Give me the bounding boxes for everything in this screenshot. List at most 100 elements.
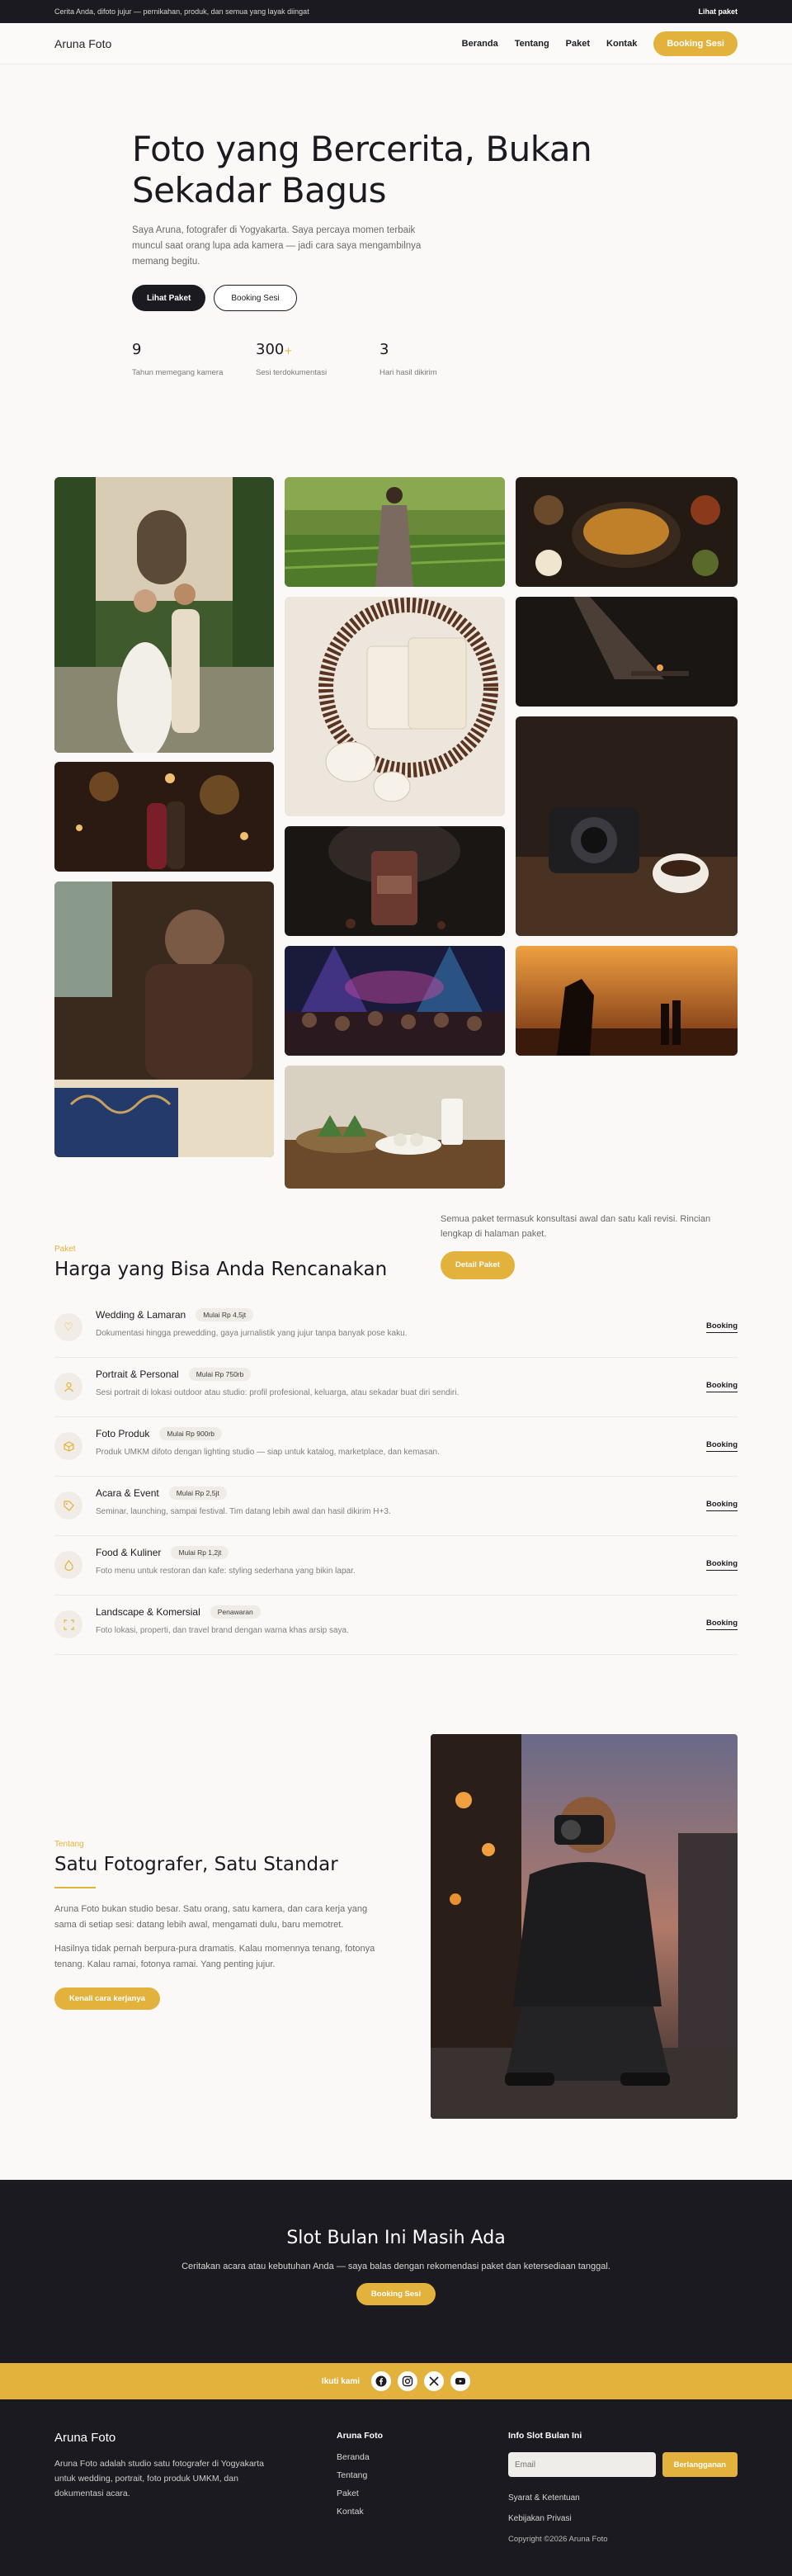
view-packages-button[interactable]: Lihat Paket [132, 285, 206, 311]
about-title: Satu Fotografer, Satu Standar [54, 1854, 338, 1875]
camera-coffee-photo[interactable] [516, 716, 738, 936]
footer-nav: Beranda Tentang Paket Kontak [337, 2452, 508, 2517]
dancing-couple-photo[interactable] [54, 762, 274, 872]
footer-link-kontak[interactable]: Kontak [337, 2507, 508, 2517]
stat-number: 9 [132, 341, 142, 358]
cta-booking-button[interactable]: Booking Sesi [356, 2283, 436, 2305]
plan-name: Acara & Event [96, 1487, 159, 1499]
plan-row: Acara & Event Mulai Rp 2,5jt Seminar, lau… [54, 1477, 738, 1536]
stat-label: Sesi terdokumentasi [256, 368, 328, 377]
plan-description: Seminar, launching, sampai festival. Tim… [96, 1507, 391, 1516]
box-icon [54, 1432, 82, 1460]
flame-icon [54, 1551, 82, 1579]
stat-item: 300+ Sesi terdokumentasi [256, 341, 380, 377]
plan-booking-link[interactable]: Booking [706, 1559, 738, 1571]
pricing-note: Semua paket termasuk konsultasi awal dan… [441, 1214, 711, 1239]
price-badge: Mulai Rp 900rb [159, 1427, 223, 1440]
hero-lead: Saya Aruna, fotografer di Yogyakarta. Sa… [132, 225, 422, 267]
stat-item: 9 Tahun memegang kamera [132, 341, 256, 377]
plan-row: Portrait & Personal Mulai Rp 750rb Sesi p… [54, 1358, 738, 1417]
plan-description: Produk UMKM difoto dengan lighting studi… [96, 1448, 440, 1457]
food-spread-photo[interactable] [516, 477, 738, 587]
about-paragraph: Aruna Foto bukan studio besar. Satu oran… [54, 1904, 368, 1930]
traditional-snacks-photo[interactable] [285, 1066, 505, 1189]
expand-icon [54, 1610, 82, 1638]
subscribe-button[interactable]: Berlangganan [662, 2452, 738, 2477]
coffee-bag-photo[interactable] [285, 826, 505, 936]
newsletter-heading: Info Slot Bulan Ini [508, 2431, 582, 2441]
coffee-product-photo[interactable] [285, 597, 505, 816]
nav-kontak[interactable]: Kontak [606, 39, 637, 49]
newsletter-form: Berlangganan [508, 2452, 738, 2477]
privacy-link[interactable]: Kebijakan Privasi [508, 2514, 738, 2523]
price-badge: Mulai Rp 1,2jt [171, 1546, 229, 1559]
plan-booking-link[interactable]: Booking [706, 1500, 738, 1511]
plan-row: Foto Produk Mulai Rp 900rb Produk UMKM di… [54, 1417, 738, 1477]
cta-title: Slot Bulan Ini Masih Ada [286, 2228, 506, 2248]
price-badge: Mulai Rp 2,5jt [168, 1487, 227, 1500]
header-booking-button[interactable]: Booking Sesi [653, 31, 738, 56]
plan-row: Landscape & Komersial Penawaran Foto loka… [54, 1595, 738, 1655]
hero-section: Foto yang Bercerita, Bukan Sekadar Bagus… [0, 64, 792, 477]
footer-link-beranda[interactable]: Beranda [337, 2452, 508, 2462]
plan-booking-link[interactable]: Booking [706, 1440, 738, 1452]
x-icon[interactable] [424, 2371, 445, 2391]
announcement-link[interactable]: Lihat paket [698, 7, 738, 16]
pricing-eyebrow: Paket [54, 1245, 76, 1254]
footer-description: Aruna Foto adalah studio satu fotografer… [54, 2459, 264, 2498]
plan-name: Food & Kuliner [96, 1547, 162, 1558]
price-badge: Penawaran [210, 1605, 261, 1619]
facebook-icon[interactable] [371, 2371, 392, 2391]
stats-row: 9 Tahun memegang kamera 300+ Sesi terdok… [132, 341, 693, 377]
footer-link-paket[interactable]: Paket [337, 2489, 508, 2498]
concert-crowd-photo[interactable] [285, 946, 505, 1056]
footer-brand: Aruna Foto [54, 2431, 116, 2445]
dark-interior-photo[interactable] [516, 597, 738, 707]
about-section: Tentang Satu Fotografer, Satu Standar Ar… [0, 1734, 792, 2180]
site-footer: Aruna Foto Aruna Foto adalah studio satu… [0, 2399, 792, 2576]
social-strip: Ikuti kami [0, 2363, 792, 2399]
footer-link-tentang[interactable]: Tentang [337, 2470, 508, 2480]
pricing-title: Harga yang Bisa Anda Rencanakan [54, 1259, 388, 1280]
logo[interactable]: Aruna Foto [54, 37, 111, 50]
plan-description: Dokumentasi hingga prewedding, gaya jurn… [96, 1329, 408, 1338]
heart-icon: ♡ [54, 1313, 82, 1341]
about-paragraph: Hasilnya tidak pernah berpura-pura drama… [54, 1944, 375, 1969]
plan-booking-link[interactable]: Booking [706, 1381, 738, 1392]
copyright: Copyright ©2026 Aruna Foto [508, 2535, 608, 2544]
plan-name: Foto Produk [96, 1428, 150, 1439]
sunset-photographer-photo[interactable] [516, 946, 738, 1056]
portfolio-gallery [54, 477, 738, 1212]
photographer-portrait-photo [431, 1734, 738, 2119]
follow-label: Ikuti kami [321, 2376, 361, 2386]
about-eyebrow: Tentang [54, 1840, 84, 1849]
plan-row: Food & Kuliner Mulai Rp 1,2jt Foto menu u… [54, 1536, 738, 1595]
hero-title-line2: Sekadar Bagus [132, 170, 387, 210]
youtube-icon[interactable] [450, 2371, 471, 2391]
plan-name: Landscape & Komersial [96, 1606, 200, 1618]
pricing-section: Paket Harga yang Bisa Anda Rencanakan Se… [0, 1212, 792, 1655]
hero-booking-button[interactable]: Booking Sesi [214, 285, 297, 311]
instagram-icon[interactable] [398, 2371, 418, 2391]
user-icon [54, 1373, 82, 1401]
site-header: Aruna Foto Beranda Tentang Paket Kontak … [0, 23, 792, 64]
announcement-text: Cerita Anda, difoto jujur — pernikahan, … [54, 7, 309, 16]
package-detail-button[interactable]: Detail Paket [441, 1251, 515, 1279]
plan-booking-link[interactable]: Booking [706, 1321, 738, 1333]
rice-field-portrait-photo[interactable] [285, 477, 505, 587]
tag-icon [54, 1491, 82, 1520]
terms-link[interactable]: Syarat & Ketentuan [508, 2493, 738, 2503]
plan-list: ♡ Wedding & Lamaran Mulai Rp 4,5jt Dokume… [54, 1298, 738, 1655]
nav-tentang[interactable]: Tentang [515, 39, 549, 49]
plan-booking-link[interactable]: Booking [706, 1619, 738, 1630]
batik-artisan-photo[interactable] [54, 882, 274, 1157]
plan-name: Portrait & Personal [96, 1368, 179, 1380]
plan-description: Sesi portrait di lokasi outdoor atau stu… [96, 1388, 460, 1397]
plan-name: Wedding & Lamaran [96, 1309, 186, 1321]
nav-paket[interactable]: Paket [566, 39, 590, 49]
announcement-bar: Cerita Anda, difoto jujur — pernikahan, … [0, 0, 792, 23]
nav-beranda[interactable]: Beranda [462, 39, 498, 49]
how-it-works-button[interactable]: Kenali cara kerjanya [54, 1988, 160, 2010]
email-field[interactable] [508, 2452, 656, 2477]
wedding-couple-photo[interactable] [54, 477, 274, 753]
